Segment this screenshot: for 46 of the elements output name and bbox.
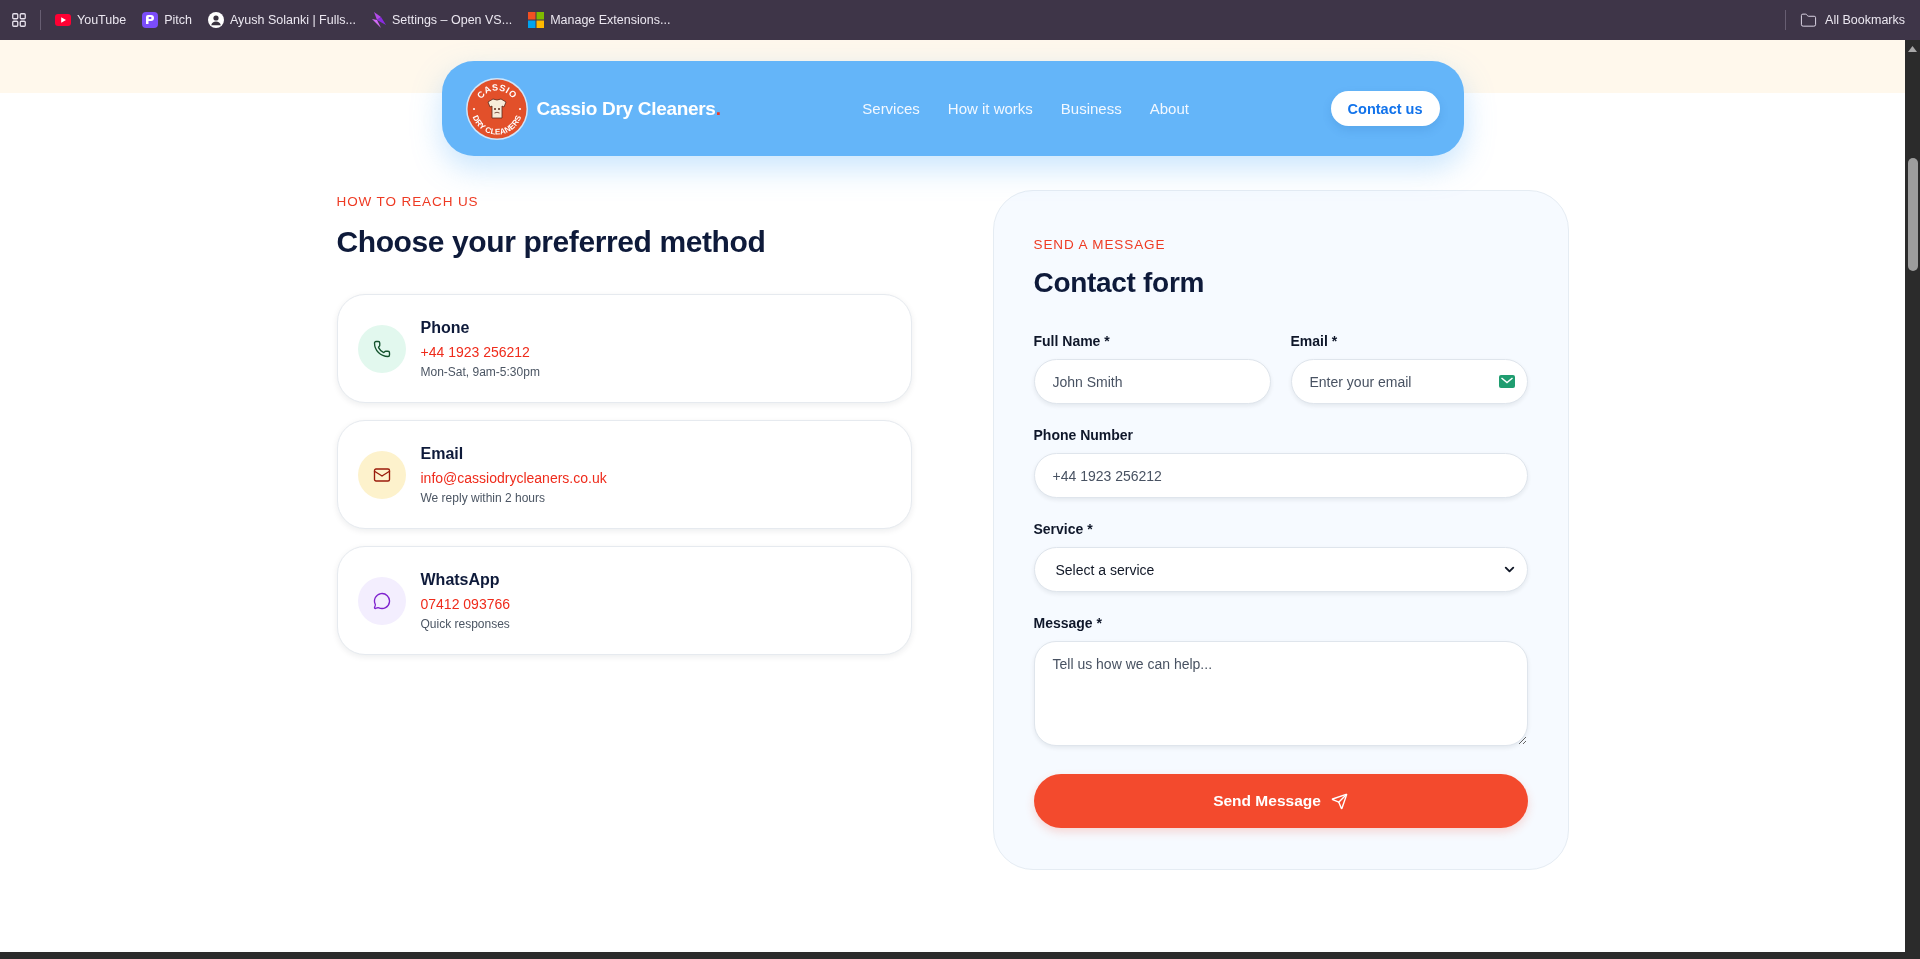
- contact-us-button[interactable]: Contact us: [1330, 91, 1440, 126]
- scroll-thumb[interactable]: [1907, 158, 1918, 271]
- method-title: WhatsApp: [420, 569, 501, 590]
- logo-text: CASSIO: [474, 81, 519, 100]
- bookmark-link[interactable]: Manage Extensions...: [528, 12, 671, 28]
- section-heading: Choose your preferred method: [336, 224, 767, 260]
- field-label: Message *: [1033, 614, 1103, 632]
- section-eyebrow: SEND A MESSAGE: [1033, 236, 1167, 254]
- all-bookmarks-button[interactable]: All Bookmarks: [1800, 11, 1905, 29]
- field-label: Full Name *: [1033, 332, 1111, 350]
- field-label: Service *: [1033, 520, 1094, 538]
- field-label: Phone Number: [1033, 426, 1135, 444]
- method-note: We reply within 2 hours: [420, 489, 546, 506]
- prism-logo-icon: [371, 12, 386, 28]
- method-title: Phone: [420, 317, 471, 338]
- brand-dot: .: [715, 97, 721, 119]
- bookmark-link[interactable]: YouTube: [55, 13, 127, 27]
- contact-link[interactable]: +44 1923 256212: [420, 341, 540, 362]
- play-icon: [55, 14, 71, 26]
- send-message-button[interactable]: Send Message: [1033, 774, 1528, 828]
- form-heading: Contact form: [1033, 266, 1206, 300]
- folder-icon: [1800, 11, 1818, 29]
- brand-name[interactable]: Cassio Dry Cleaners: [536, 97, 716, 119]
- app-logo-icon: [142, 12, 159, 28]
- send-icon: [1330, 792, 1348, 810]
- input-field[interactable]: John Smith: [1033, 359, 1271, 404]
- field-label: Email *: [1290, 332, 1339, 350]
- service-select[interactable]: Select a service: [1033, 547, 1528, 592]
- shirt-badge-drawing: [465, 77, 528, 140]
- email-field[interactable]: Enter your email: [1290, 359, 1528, 404]
- method-note: Mon-Sat, 9am-5:30pm: [420, 363, 540, 380]
- message-field[interactable]: Tell us how we can help...: [1033, 641, 1528, 746]
- bookmark-link[interactable]: Ayush Solanki | Fulls...: [207, 12, 356, 28]
- bookmark-link[interactable]: Pitch: [142, 12, 192, 28]
- section-eyebrow: HOW TO REACH US: [336, 193, 480, 211]
- method-note: Quick responses: [420, 615, 511, 632]
- scroll-up-arrow-icon[interactable]: [1908, 46, 1917, 52]
- contact-link[interactable]: info@cassiodrycleaners.co.uk: [420, 467, 607, 488]
- scrollbar[interactable]: [1905, 40, 1920, 952]
- method-title: Email: [420, 443, 465, 464]
- four-squares-icon: [528, 12, 545, 28]
- input-field[interactable]: +44 1923 256212: [1033, 453, 1528, 498]
- apps-grid-icon[interactable]: [12, 13, 26, 27]
- avatar-icon: [207, 12, 224, 28]
- contact-link[interactable]: 07412 093766: [420, 593, 511, 614]
- bookmark-link[interactable]: Settings – Open VS...: [371, 12, 513, 28]
